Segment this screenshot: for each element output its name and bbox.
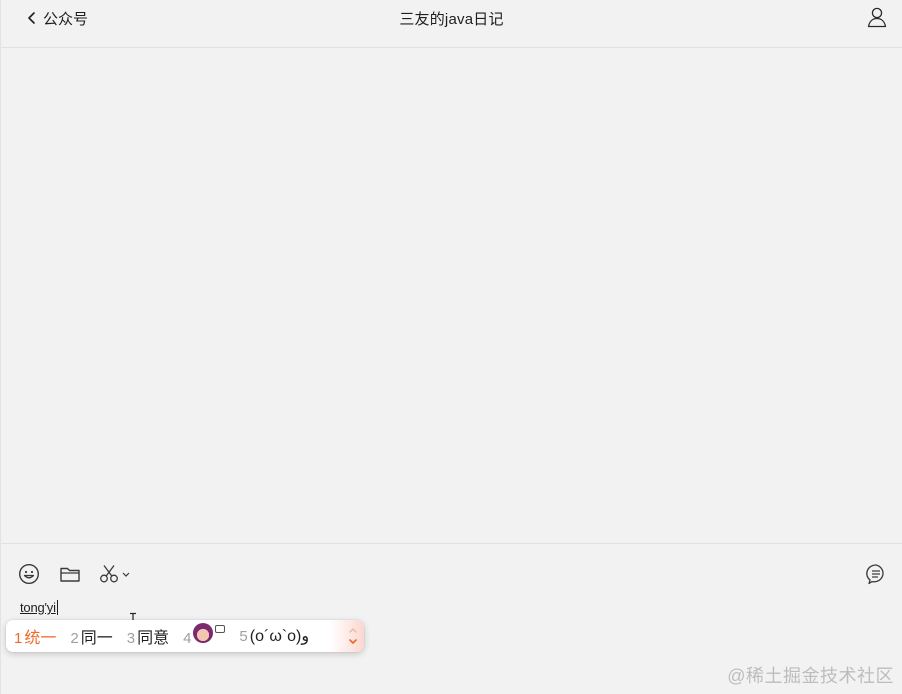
chat-window: 公众号 三友的java日记 tong'yi 1 统一 2 同一 3 同意 4 5… xyxy=(0,0,902,694)
chat-history-button[interactable] xyxy=(865,562,887,586)
candidate-number: 1 xyxy=(14,630,23,647)
candidate-page-arrows[interactable] xyxy=(345,622,361,650)
candidate-number: 3 xyxy=(126,630,136,647)
chat-header: 公众号 三友的java日记 xyxy=(1,0,902,48)
candidate-text: (o´ω`o)ﻭ xyxy=(249,628,310,645)
emoji-button[interactable] xyxy=(18,562,40,586)
text-caret xyxy=(56,600,58,615)
candidate-text: 同意 xyxy=(137,630,170,647)
ime-candidate[interactable]: 3 同意 xyxy=(127,624,169,648)
candidate-number: 2 xyxy=(70,630,79,647)
smiley-icon xyxy=(18,563,40,585)
file-button[interactable] xyxy=(59,562,81,586)
candidate-text: 统一 xyxy=(24,630,57,647)
screenshot-button[interactable] xyxy=(99,562,133,586)
folder-icon xyxy=(60,567,80,582)
scissors-icon xyxy=(100,565,130,583)
candidate-text: 同一 xyxy=(80,630,113,647)
watermark: @稀土掘金技术社区 xyxy=(727,666,894,686)
candidate-number: 5 xyxy=(239,628,248,645)
ime-candidate-bar: 1 统一 2 同一 3 同意 4 5 (o´ω`o)ﻭ xyxy=(6,620,364,652)
ime-candidate[interactable]: 5 (o´ω`o)ﻭ xyxy=(239,626,309,646)
composing-text: tong'yi xyxy=(20,600,56,615)
person-icon[interactable] xyxy=(866,6,888,28)
message-input[interactable]: tong'yi xyxy=(20,600,58,615)
chat-bubble-icon xyxy=(866,564,884,585)
ime-candidate[interactable]: 4 xyxy=(183,623,226,647)
emoji-tag-icon xyxy=(215,625,226,633)
ime-candidate[interactable]: 2 同一 xyxy=(70,624,112,648)
ime-candidate[interactable]: 1 统一 xyxy=(14,624,56,648)
message-area[interactable] xyxy=(1,48,902,543)
chevron-up-down-icon xyxy=(349,628,357,644)
chat-title: 三友的java日记 xyxy=(399,11,504,28)
girl-emoji-icon xyxy=(193,623,214,643)
candidate-number: 4 xyxy=(183,630,192,647)
